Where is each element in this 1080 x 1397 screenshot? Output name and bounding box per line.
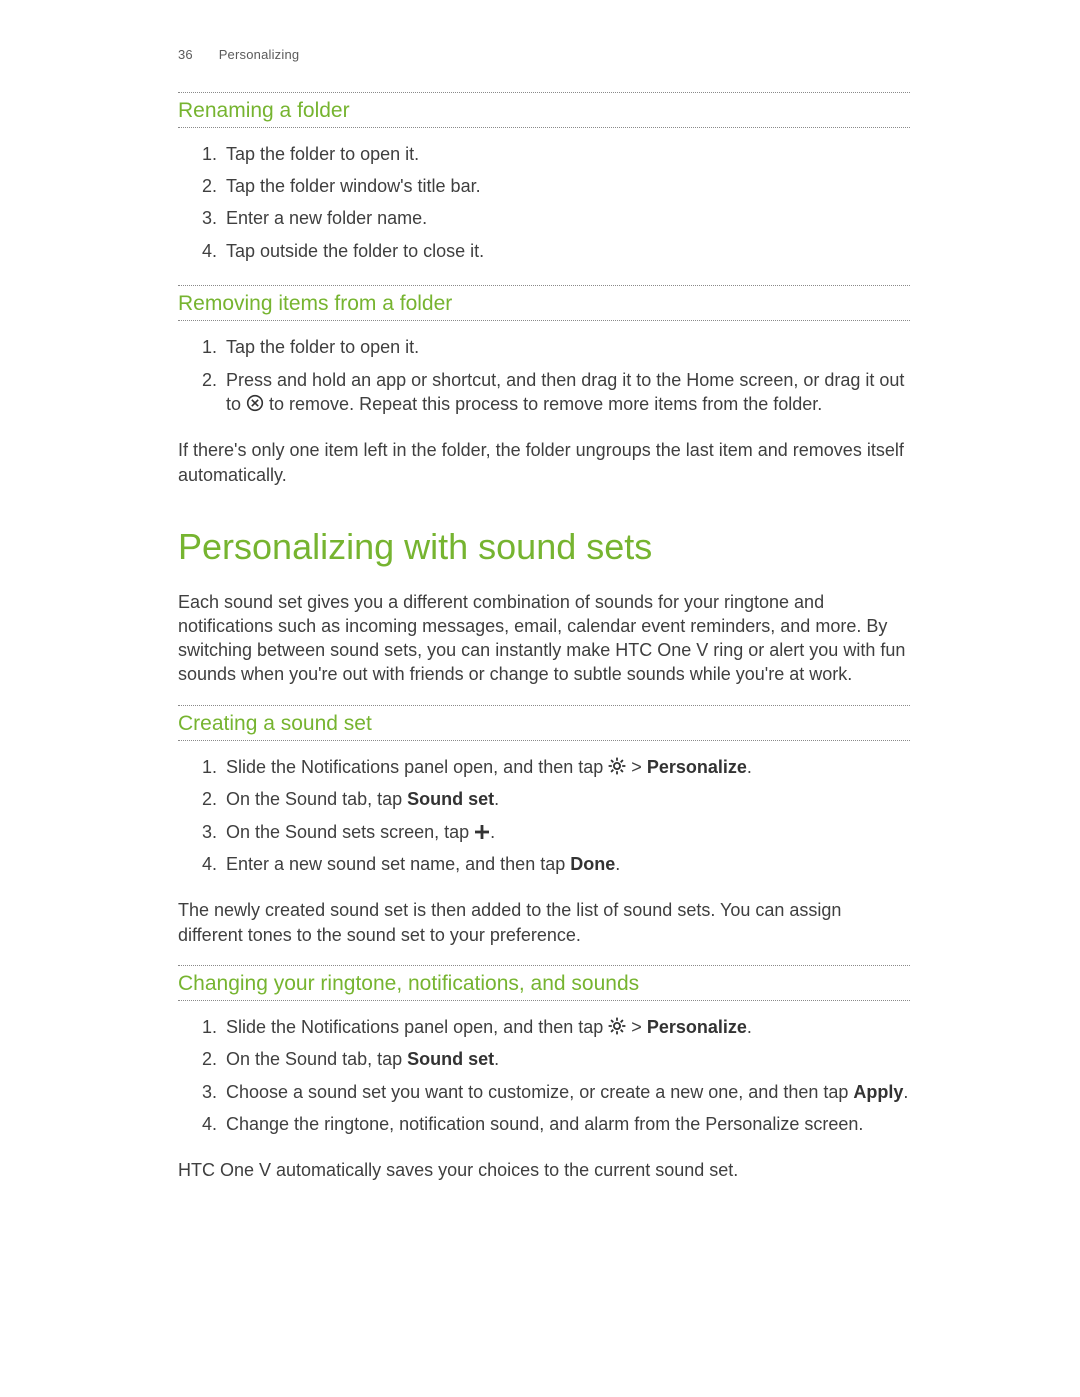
creating-step-1: Slide the Notifications panel open, and … <box>222 751 910 783</box>
section-removing-title: Removing items from a folder <box>178 288 910 318</box>
changing-step-1: Slide the Notifications panel open, and … <box>222 1011 910 1043</box>
creating-step-1c: . <box>747 757 752 777</box>
changing-steps: Slide the Notifications panel open, and … <box>178 1011 910 1140</box>
renaming-steps: Tap the folder to open it. Tap the folde… <box>178 138 910 267</box>
creating-step-2a: On the Sound tab, tap <box>226 789 407 809</box>
creating-step-1b: > <box>631 757 647 777</box>
removing-step-1: Tap the folder to open it. <box>222 331 910 363</box>
creating-step-3b: . <box>490 822 495 842</box>
changing-step-3-bold: Apply <box>853 1082 903 1102</box>
section-creating-header: Creating a sound set <box>178 705 910 741</box>
changing-step-2: On the Sound tab, tap Sound set. <box>222 1043 910 1075</box>
creating-step-4a: Enter a new sound set name, and then tap <box>226 854 570 874</box>
renaming-step-3: Enter a new folder name. <box>222 202 910 234</box>
creating-step-4: Enter a new sound set name, and then tap… <box>222 848 910 880</box>
section-renaming-header: Renaming a folder <box>178 92 910 128</box>
section-changing-header: Changing your ringtone, notifications, a… <box>178 965 910 1001</box>
sound-sets-intro: Each sound set gives you a different com… <box>178 590 910 687</box>
removing-step-2b: to remove. Repeat this process to remove… <box>269 394 822 414</box>
section-renaming-title: Renaming a folder <box>178 95 910 125</box>
creating-step-1a: Slide the Notifications panel open, and … <box>226 757 608 777</box>
renaming-step-2: Tap the folder window's title bar. <box>222 170 910 202</box>
changing-step-1-personalize: Personalize <box>647 1017 747 1037</box>
changing-step-2a: On the Sound tab, tap <box>226 1049 407 1069</box>
plus-icon <box>474 824 490 840</box>
removing-note: If there's only one item left in the fol… <box>178 438 910 487</box>
creating-step-2b: . <box>494 789 499 809</box>
page-number: 36 <box>178 47 193 62</box>
manual-page: 36 Personalizing Renaming a folder Tap t… <box>0 0 1080 1397</box>
creating-step-1-personalize: Personalize <box>647 757 747 777</box>
creating-step-4b: . <box>615 854 620 874</box>
changing-note: HTC One V automatically saves your choic… <box>178 1158 910 1182</box>
changing-step-1c: . <box>747 1017 752 1037</box>
settings-gear-icon <box>608 1017 626 1035</box>
changing-step-2-bold: Sound set <box>407 1049 494 1069</box>
changing-step-1a: Slide the Notifications panel open, and … <box>226 1017 608 1037</box>
section-creating-title: Creating a sound set <box>178 708 910 738</box>
creating-step-3a: On the Sound sets screen, tap <box>226 822 474 842</box>
renaming-step-1: Tap the folder to open it. <box>222 138 910 170</box>
renaming-step-4: Tap outside the folder to close it. <box>222 235 910 267</box>
changing-step-2b: . <box>494 1049 499 1069</box>
creating-step-3: On the Sound sets screen, tap . <box>222 816 910 848</box>
settings-gear-icon <box>608 757 626 775</box>
changing-step-3: Choose a sound set you want to customize… <box>222 1076 910 1108</box>
removing-steps: Tap the folder to open it. Press and hol… <box>178 331 910 420</box>
changing-step-1b: > <box>631 1017 647 1037</box>
changing-step-3a: Choose a sound set you want to customize… <box>226 1082 853 1102</box>
page-header: 36 Personalizing <box>178 46 910 64</box>
removing-step-2: Press and hold an app or shortcut, and t… <box>222 364 910 421</box>
creating-steps: Slide the Notifications panel open, and … <box>178 751 910 880</box>
creating-step-2-bold: Sound set <box>407 789 494 809</box>
remove-circle-x-icon <box>246 394 264 412</box>
creating-step-4-bold: Done <box>570 854 615 874</box>
page-section-name: Personalizing <box>219 47 300 62</box>
changing-step-3b: . <box>903 1082 908 1102</box>
section-changing-title: Changing your ringtone, notifications, a… <box>178 968 910 998</box>
changing-step-4: Change the ringtone, notification sound,… <box>222 1108 910 1140</box>
creating-note: The newly created sound set is then adde… <box>178 898 910 947</box>
section-sound-sets-title: Personalizing with sound sets <box>178 523 910 572</box>
section-removing-header: Removing items from a folder <box>178 285 910 321</box>
creating-step-2: On the Sound tab, tap Sound set. <box>222 783 910 815</box>
